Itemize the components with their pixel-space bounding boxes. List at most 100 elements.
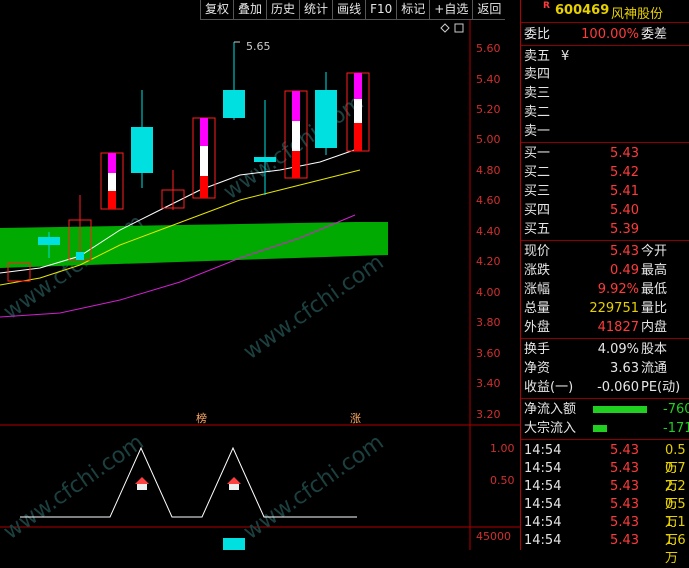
kline-chart[interactable]: www.cfchi.com www.cfchi.com www.cfchi.co…: [0, 20, 520, 550]
house-icon: [227, 477, 241, 490]
stat-value: -0.060: [597, 380, 639, 395]
toolbar: 复权 叠加 历史 统计 画线 F10 标记 +自选 返回: [200, 0, 520, 20]
tick-price: 5.43: [610, 515, 639, 530]
stat-row: 涨幅 9.92% 最低: [521, 281, 689, 299]
sell-row: 卖二: [521, 104, 689, 122]
flow-bar: [593, 406, 647, 413]
sell-label: 卖三: [524, 86, 551, 101]
square-icon[interactable]: [454, 23, 464, 33]
candle: [315, 90, 337, 148]
stat-label2: 最高: [641, 263, 668, 278]
marker-zhang: 涨: [350, 412, 361, 425]
stat-label2: 流通: [641, 361, 668, 376]
sell-label: 卖一: [524, 124, 551, 139]
price-tick: 3.60: [476, 347, 501, 360]
tick-row: 14:54 5.43 1.1万: [521, 514, 689, 548]
weicha-label: 委差: [641, 27, 668, 42]
flow-label: 净流入额: [524, 402, 577, 417]
buy-price: 5.43: [610, 146, 639, 161]
flow-row: 大宗流入 -171: [521, 420, 689, 438]
toolbar-huaxian-button[interactable]: 画线: [332, 0, 366, 20]
r-badge: R: [543, 1, 550, 11]
toolbar-zixuan-button[interactable]: +自选: [429, 0, 473, 20]
buy-label: 买五: [524, 222, 551, 237]
marker-bang: 榜: [196, 411, 207, 425]
tick-price: 5.43: [610, 497, 639, 512]
buy-label: 买二: [524, 165, 551, 180]
tick-row: 14:54 5.43 0.7万: [521, 460, 689, 494]
sell-row: 卖一: [521, 123, 689, 141]
sell-row: 卖五 ¥: [521, 48, 689, 66]
flow-value: -171: [663, 421, 689, 436]
stat-label: 外盘: [524, 320, 551, 335]
price-tick: 5.40: [476, 73, 501, 86]
indicator-tick: 0.50: [490, 474, 515, 487]
watermark-text: www.cfchi.com: [239, 250, 388, 365]
weibi-label: 委比: [524, 27, 551, 42]
toolbar-fuquan-button[interactable]: 复权: [200, 0, 234, 20]
quote-panel: R 600469 风神股份 委比 100.00% 委差 卖五 ¥ 卖四 卖三 卖…: [520, 0, 689, 566]
stat-value: 229751: [589, 301, 639, 316]
price-tick: 5.00: [476, 133, 501, 146]
stat-value: 5.43: [610, 244, 639, 259]
weibi-value: 100.00%: [581, 27, 639, 42]
price-tick: 4.40: [476, 225, 501, 238]
weibi-row: 委比 100.00% 委差: [521, 26, 689, 44]
sell-label: 卖五: [524, 49, 551, 64]
price-tick: 5.60: [476, 42, 501, 55]
toolbar-f10-button[interactable]: F10: [365, 0, 397, 20]
stat-label2: 股本: [641, 342, 668, 357]
price-tick: 3.20: [476, 408, 501, 421]
stock-header: R 600469 风神股份: [521, 0, 689, 22]
price-tick: 4.00: [476, 286, 501, 299]
buy-row: 买五 5.39: [521, 221, 689, 239]
candle: [254, 157, 276, 162]
stat-value: 4.09%: [597, 342, 639, 357]
stat-row: 换手 4.09% 股本: [521, 341, 689, 359]
tick-time: 14:54: [524, 497, 562, 512]
peak-label: 5.65: [246, 40, 271, 53]
buy-price: 5.42: [610, 165, 639, 180]
price-tick: 5.20: [476, 103, 501, 116]
toolbar-back-button[interactable]: 返回: [472, 0, 506, 20]
sell-row: 卖三: [521, 85, 689, 103]
diamond-icon[interactable]: [440, 23, 450, 33]
sell-extra: ¥: [561, 49, 570, 64]
buy-label: 买一: [524, 146, 551, 161]
buy-price: 5.40: [610, 203, 639, 218]
stat-row: 净资 3.63 流通: [521, 360, 689, 378]
tick-time: 14:54: [524, 515, 562, 530]
candle: [38, 237, 60, 245]
sell-row: 卖四: [521, 66, 689, 84]
stat-label2: 最低: [641, 282, 668, 297]
stock-name: 风神股份: [611, 7, 664, 22]
stat-label2: 今开: [641, 244, 668, 259]
watermark-text: www.cfchi.com: [0, 430, 149, 545]
buy-price: 5.41: [610, 184, 639, 199]
stat-row: 涨跌 0.49 最高: [521, 262, 689, 280]
price-tick: 3.40: [476, 377, 501, 390]
toolbar-tongji-button[interactable]: 统计: [299, 0, 333, 20]
tick-time: 14:54: [524, 461, 562, 476]
stat-value: 41827: [597, 320, 639, 335]
tick-row: 14:54 5.43 0.5万: [521, 442, 689, 476]
buy-row: 买三 5.41: [521, 183, 689, 201]
price-tick: 3.80: [476, 316, 501, 329]
stat-value: 3.63: [610, 361, 639, 376]
toolbar-biaoji-button[interactable]: 标记: [396, 0, 430, 20]
stat-row: 收益(一) -0.060 PE(动): [521, 379, 689, 397]
tick-price: 5.43: [610, 479, 639, 494]
candle: [223, 90, 245, 118]
stat-row: 现价 5.43 今开: [521, 243, 689, 261]
buy-row: 买四 5.40: [521, 202, 689, 220]
sell-label: 卖四: [524, 67, 551, 82]
tick-row: 14:54 5.43 2.2万: [521, 478, 689, 512]
flow-value: -760: [663, 402, 689, 417]
toolbar-diejia-button[interactable]: 叠加: [233, 0, 267, 20]
tick-row: 14:54 5.43 1.6万: [521, 532, 689, 566]
stock-code: 600469: [555, 3, 610, 18]
price-tick: 4.60: [476, 194, 501, 207]
house-icon: [135, 477, 149, 490]
stat-value: 9.92%: [597, 282, 639, 297]
toolbar-lishi-button[interactable]: 历史: [266, 0, 300, 20]
